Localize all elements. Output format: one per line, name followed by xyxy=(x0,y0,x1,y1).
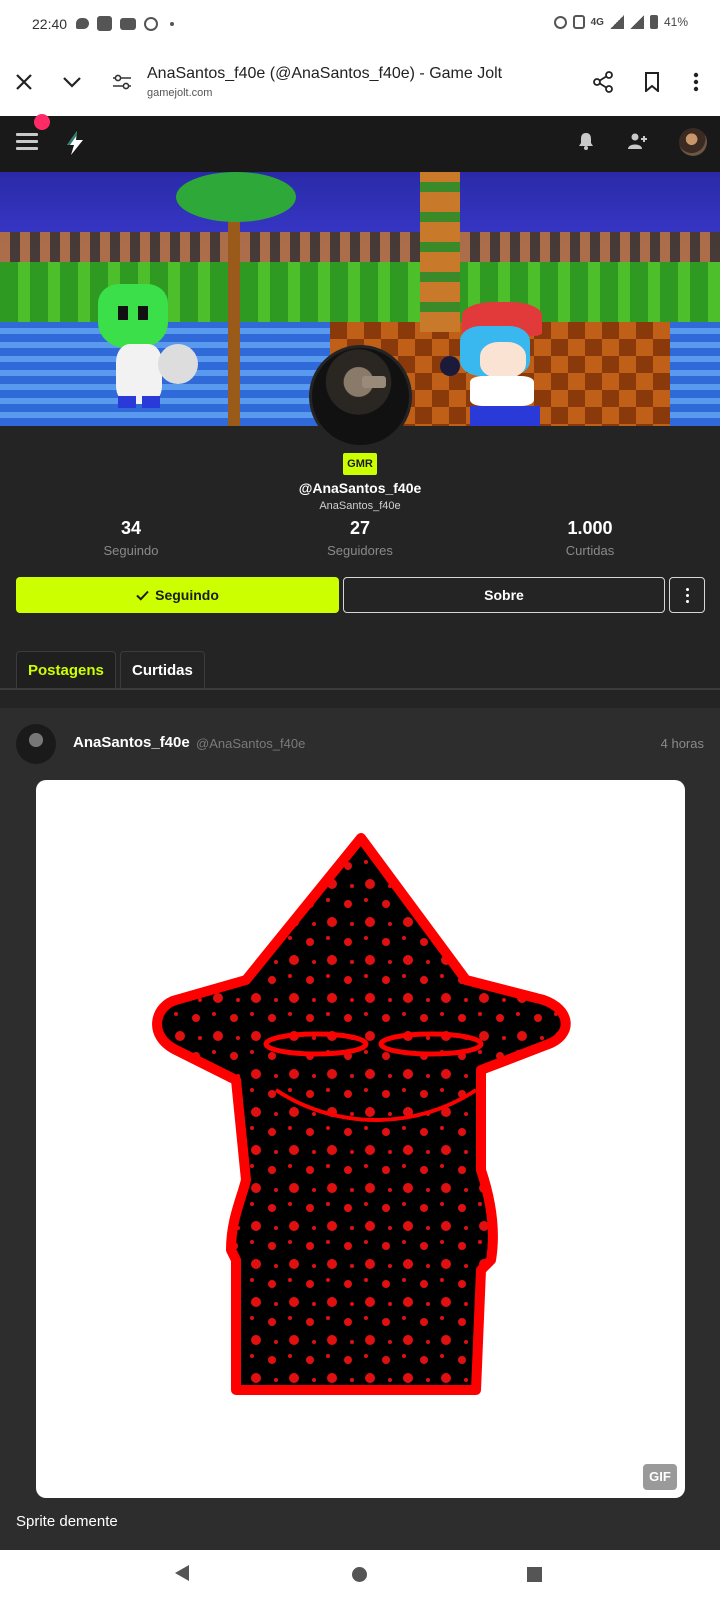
vibrate-icon xyxy=(572,15,585,29)
system-nav-bar xyxy=(0,1550,720,1600)
home-icon[interactable] xyxy=(352,1567,367,1582)
following-button-label: Seguindo xyxy=(155,587,219,603)
plus-app-icon xyxy=(97,16,112,31)
tab-likes[interactable]: Curtidas xyxy=(120,651,205,688)
profile-handle: @AnaSantos_f40e xyxy=(298,480,422,496)
stat-likes[interactable]: 1.000 Curtidas xyxy=(520,518,660,558)
gif-badge: GIF xyxy=(643,1464,677,1490)
page-url[interactable]: gamejolt.com xyxy=(147,87,212,99)
signal-icon xyxy=(609,15,624,29)
site-settings-icon[interactable] xyxy=(102,62,142,102)
page-title[interactable]: AnaSantos_f40e (@AnaSantos_f40e) - Game … xyxy=(147,65,502,83)
more-notifications-dot xyxy=(170,21,174,26)
post-author-handle[interactable]: @AnaSantos_f40e xyxy=(196,736,305,751)
status-system-icons: 4G 41% xyxy=(553,15,688,29)
gmr-badge: GMR xyxy=(343,453,377,475)
alarm-icon xyxy=(553,15,567,29)
notification-dot xyxy=(34,114,50,130)
stat-following[interactable]: 34 Seguindo xyxy=(61,518,201,558)
bookmark-icon[interactable] xyxy=(632,62,672,102)
status-notification-icons xyxy=(76,16,174,31)
profile-display-name: AnaSantos_f40e xyxy=(319,500,401,512)
stat-following-value: 34 xyxy=(120,518,142,538)
browser-toolbar: AnaSantos_f40e (@AnaSantos_f40e) - Game … xyxy=(0,50,720,116)
menu-icon[interactable] xyxy=(16,133,38,155)
tab-likes-label: Curtidas xyxy=(132,661,193,679)
battery-icon xyxy=(649,15,658,29)
close-icon[interactable] xyxy=(4,62,44,102)
user-avatar[interactable] xyxy=(679,128,707,156)
status-bar: 22:40 4G 41% xyxy=(0,0,720,50)
gamejolt-logo-icon[interactable] xyxy=(64,130,86,161)
stat-followers-value: 27 xyxy=(349,518,371,538)
share-icon[interactable] xyxy=(583,62,623,102)
banner-water-right xyxy=(670,322,720,426)
youtube-icon xyxy=(120,17,136,30)
post-author-avatar[interactable] xyxy=(16,724,56,764)
back-icon[interactable] xyxy=(175,1565,189,1581)
stat-likes-label: Curtidas xyxy=(565,543,615,558)
banner-character-green-fox xyxy=(88,284,198,414)
battery-percent: 41% xyxy=(663,15,688,29)
post-media-image[interactable] xyxy=(36,780,685,1498)
more-dot xyxy=(685,593,689,597)
profile-more-button[interactable] xyxy=(669,577,705,613)
chat-icon xyxy=(76,18,89,29)
signal-icon-2 xyxy=(629,15,644,29)
post-time[interactable]: 4 horas xyxy=(661,736,704,751)
more-vertical-icon[interactable] xyxy=(676,62,716,102)
add-friend-icon[interactable] xyxy=(628,132,648,155)
tab-posts-label: Postagens xyxy=(28,661,104,679)
banner-sky-clouds xyxy=(0,232,720,262)
recents-icon[interactable] xyxy=(527,1567,542,1582)
vpn-icon xyxy=(144,16,158,31)
bell-icon[interactable] xyxy=(578,132,594,155)
post-author-name[interactable]: AnaSantos_f40e xyxy=(73,734,190,751)
following-button[interactable]: Seguindo xyxy=(16,577,339,613)
app-header xyxy=(0,116,720,172)
stat-followers-label: Seguidores xyxy=(327,543,393,558)
banner-palm-tree xyxy=(228,192,240,426)
stat-following-label: Seguindo xyxy=(103,543,159,558)
check-icon xyxy=(136,590,149,601)
tab-posts[interactable]: Postagens xyxy=(16,651,116,688)
about-button[interactable]: Sobre xyxy=(343,577,665,613)
banner-character-boyfriend xyxy=(440,302,560,426)
more-dot xyxy=(685,599,689,603)
stat-likes-value: 1.000 xyxy=(567,518,613,538)
stat-followers[interactable]: 27 Seguidores xyxy=(290,518,430,558)
more-dot xyxy=(685,587,689,591)
profile-avatar[interactable] xyxy=(309,345,412,448)
network-type-label: 4G xyxy=(590,16,604,28)
post-caption: Sprite demente xyxy=(16,1513,118,1530)
sprite-illustration xyxy=(152,833,571,1395)
banner-palm-leaves xyxy=(176,172,296,222)
status-time: 22:40 xyxy=(32,16,68,32)
about-button-label: Sobre xyxy=(484,587,524,603)
chevron-down-icon[interactable] xyxy=(52,62,92,102)
